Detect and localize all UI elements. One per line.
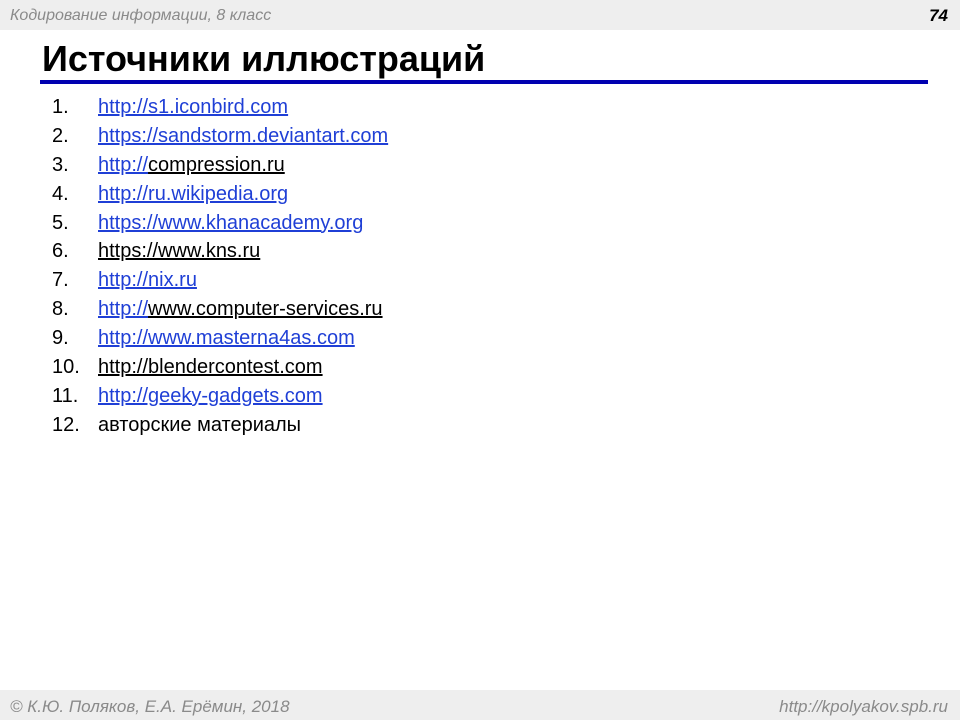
source-link[interactable]: http://geeky-gadgets.com [98,385,323,407]
course-title: Кодирование информации, 8 класс [10,7,272,24]
source-link[interactable]: http://nix.ru [98,269,197,291]
copyright-icon: © [10,697,23,716]
source-number: 11. [52,384,79,407]
source-link[interactable]: www.computer-services.ru [148,298,383,320]
source-link[interactable]: http://ru.wikipedia.org [98,183,288,205]
source-link[interactable]: http://blendercontest.com [98,356,323,378]
page-number: 74 [929,6,948,25]
title-underline [40,80,928,84]
source-number: 4. [52,182,69,205]
source-link[interactable]: https://sandstorm.deviantart.com [98,125,388,147]
source-item: 11. http://geeky-gadgets.com [52,382,388,411]
source-link[interactable]: http://www.masterna4as.com [98,327,355,349]
source-number: 1. [52,96,69,118]
source-item: 1. http://s1.iconbird.com [52,93,388,122]
source-link[interactable]: compression.ru [148,154,285,176]
sources-list: 1. http://s1.iconbird.com 2. https://sandst… [52,93,388,440]
footer-authors: К.Ю. Поляков, Е.А. Ерёмин, 2018 [27,697,290,716]
footer-site: http://kpolyakov.spb.ru [779,697,948,716]
footer-bar: © К.Ю. Поляков, Е.А. Ерёмин, 2018 http:/… [0,690,960,720]
source-item: 10. http://blendercontest.com [52,353,388,382]
source-text: авторские материалы [98,413,302,436]
header-bar: Кодирование информации, 8 класс 74 [0,0,960,30]
slide-title: Источники иллюстраций [42,38,486,79]
source-link[interactable]: http://s1.iconbird.com [98,96,288,118]
source-number: 9. [52,327,69,350]
source-number: 3. [52,153,69,176]
source-item: 8. http://www.computer-services.ru [52,295,388,324]
source-number: 5. [52,211,69,234]
source-link[interactable]: http:// [98,298,148,320]
source-number: 7. [52,269,69,292]
source-number: 8. [52,298,69,321]
source-number: 6. [52,240,69,263]
footer-copyright: © К.Ю. Поляков, Е.А. Ерёмин, 2018 [10,697,290,717]
source-item: 7. http://nix.ru [52,266,388,295]
source-number: 12. [52,413,80,436]
source-link[interactable]: https://www.khanacademy.org [98,212,363,234]
source-number: 2. [52,124,69,147]
source-item: 5. https://www.khanacademy.org [52,209,388,238]
source-item: 2. https://sandstorm.deviantart.com [52,122,388,151]
source-link[interactable]: https://www.kns.ru [98,240,260,262]
source-link[interactable]: http:// [98,154,148,176]
source-item: 12. авторские материалы [52,411,388,440]
source-item: 4. http://ru.wikipedia.org [52,180,388,209]
source-item: 3. http://compression.ru [52,151,388,180]
source-item: 6. https://www.kns.ru [52,237,388,266]
source-item: 9. http://www.masterna4as.com [52,324,388,353]
source-number: 10. [52,356,80,379]
